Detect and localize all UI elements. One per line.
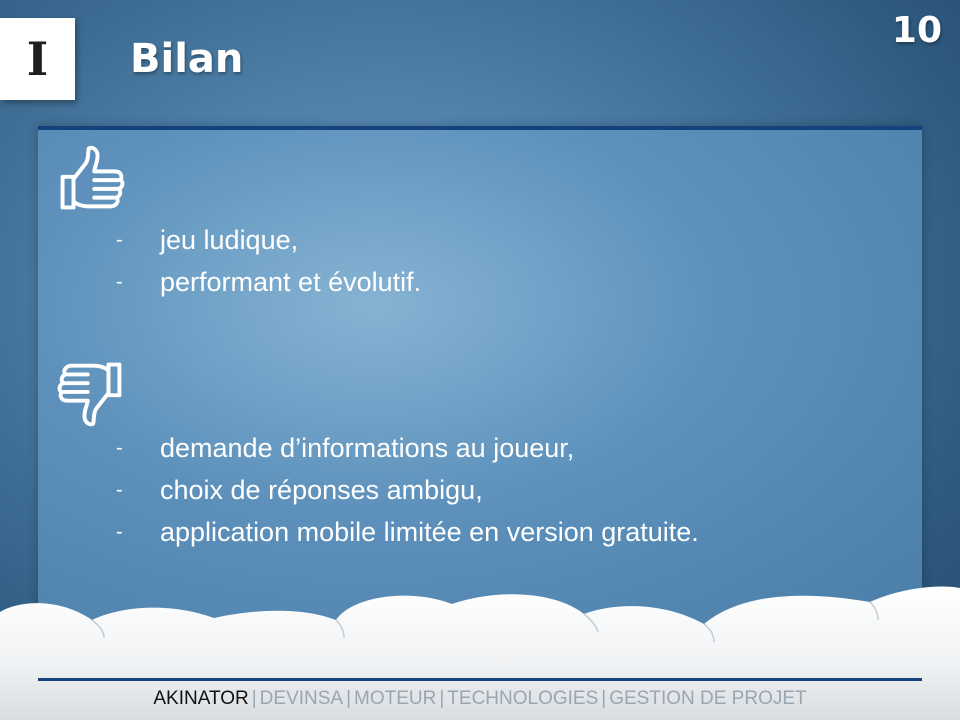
pros-list: - jeu ludique, - performant et évolutif. [116,219,421,303]
list-item-text: performant et évolutif. [160,267,422,297]
thumbs-down-icon [57,362,122,427]
footer-navigation: AKINATOR | DEVINSA | MOTEUR | TECHNOLOGIES | GES… [0,688,960,710]
footer-separator: | [346,688,352,709]
section-badge: I [0,18,75,100]
footer-separator: | [601,688,607,709]
list-item-text: demande d’informations au joueur, [160,433,575,463]
footer-separator: | [251,688,257,709]
bullet-dash: - [116,437,123,459]
page-title: Bilan [130,36,244,82]
list-item-text: application mobile limitée en version gr… [160,517,699,547]
cons-list: - demande d’informations au joueur, - choi… [116,427,699,553]
footer-nav-moteur[interactable]: MOTEUR [354,688,436,709]
list-item-text: jeu ludique, [160,225,299,255]
thumbs-up-icon [60,145,125,210]
footer-nav-technologies[interactable]: TECHNOLOGIES [447,688,598,709]
list-item: - performant et évolutif. [116,261,421,303]
footer-nav-akinator[interactable]: AKINATOR [153,688,248,709]
list-item: - application mobile limitée en version g… [116,511,699,553]
list-item-text: choix de réponses ambigu, [160,475,483,505]
footer-divider [38,678,922,681]
list-item: - jeu ludique, [116,219,421,261]
bullet-dash: - [116,521,123,543]
bullet-dash: - [116,479,123,501]
footer-nav-gestion-de-projet[interactable]: GESTION DE PROJET [609,688,806,709]
slide-number: 10 [891,10,942,51]
list-item: - demande d’informations au joueur, [116,427,699,469]
list-item: - choix de réponses ambigu, [116,469,699,511]
footer-nav-devinsa[interactable]: DEVINSA [260,688,343,709]
bullet-dash: - [116,229,123,251]
footer-separator: | [439,688,445,709]
bullet-dash: - [116,271,123,293]
content-panel: - jeu ludique, - performant et évolutif. -… [38,126,922,630]
